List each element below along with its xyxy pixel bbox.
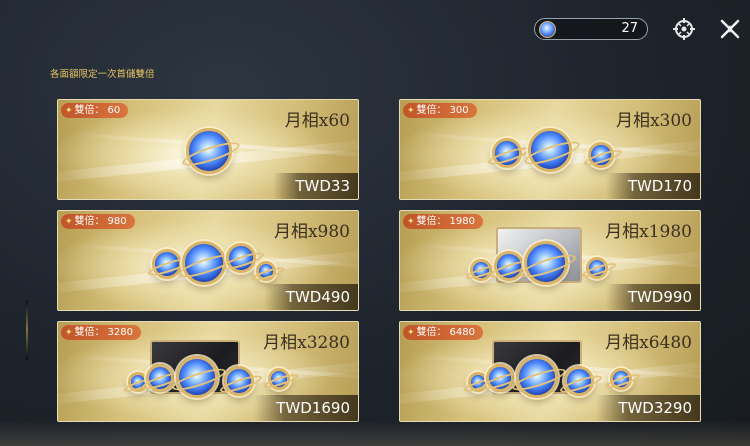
badge-label: 雙倍： — [74, 216, 105, 227]
moon-orb-icon — [226, 243, 256, 273]
left-edge-accent — [26, 300, 28, 360]
moon-orb-icon — [516, 356, 558, 398]
badge-label: 雙倍： — [416, 327, 447, 338]
double-bonus-badge: ✦ 雙倍： 60 — [61, 103, 129, 118]
currency-amount: 27 — [621, 21, 638, 36]
badge-value: 1980 — [449, 216, 475, 227]
double-bonus-badge: ✦ 雙倍： 1980 — [403, 214, 483, 229]
moon-gem-icon — [539, 21, 556, 38]
double-bonus-badge: ✦ 雙倍： 980 — [61, 214, 135, 229]
product-title: 月相x1980 — [605, 222, 692, 242]
moon-orb-icon — [494, 251, 524, 281]
star-icon: ✦ — [65, 106, 73, 116]
price-button[interactable]: TWD490 — [263, 284, 358, 310]
star-icon: ✦ — [407, 328, 415, 338]
price-button[interactable]: TWD1690 — [254, 395, 358, 421]
price-button[interactable]: TWD990 — [605, 284, 700, 310]
price-button[interactable]: TWD170 — [605, 173, 700, 199]
product-card-60[interactable]: ✦ 雙倍： 60 月相x60 TWD33 — [57, 99, 359, 200]
first-purchase-notice: 各面額限定一次首儲雙倍 — [50, 69, 155, 80]
moon-orb-icon — [586, 257, 608, 279]
moon-orb-icon — [256, 261, 276, 281]
product-card-980[interactable]: ✦ 雙倍： 980 月相x980 TWD490 — [57, 210, 359, 311]
product-card-3280[interactable]: ✦ 雙倍： 3280 月相x3280 TWD1690 — [57, 321, 359, 422]
badge-value: 60 — [107, 105, 121, 116]
product-card-1980[interactable]: ✦ 雙倍： 1980 月相x1980 TWD990 — [399, 210, 701, 311]
moon-orb-icon — [610, 368, 632, 390]
star-icon: ✦ — [65, 328, 73, 338]
moon-orb-icon — [524, 241, 568, 285]
price-button[interactable]: TWD33 — [273, 173, 358, 199]
double-bonus-badge: ✦ 雙倍： 3280 — [61, 325, 141, 340]
product-title: 月相x60 — [284, 111, 350, 131]
moon-orb-icon — [146, 364, 174, 392]
badge-label: 雙倍： — [416, 105, 447, 116]
badge-value: 3280 — [107, 327, 133, 338]
moon-orb-icon — [564, 366, 594, 396]
product-title: 月相x6480 — [605, 333, 692, 353]
product-title: 月相x300 — [615, 111, 692, 131]
moon-orb-icon — [486, 364, 514, 392]
badge-label: 雙倍： — [74, 105, 105, 116]
moon-orb-icon — [470, 259, 492, 281]
bottom-glow — [0, 420, 750, 446]
close-icon[interactable] — [718, 17, 742, 41]
moon-orb-icon — [186, 128, 232, 174]
star-icon: ✦ — [65, 217, 73, 227]
moon-orb-icon — [176, 356, 218, 398]
badge-value: 980 — [107, 216, 127, 227]
badge-value: 300 — [449, 105, 469, 116]
badge-label: 雙倍： — [416, 216, 447, 227]
double-bonus-badge: ✦ 雙倍： 300 — [403, 103, 477, 118]
product-title: 月相x3280 — [263, 333, 350, 353]
product-card-300[interactable]: ✦ 雙倍： 300 月相x300 TWD170 — [399, 99, 701, 200]
price-button[interactable]: TWD3290 — [596, 395, 700, 421]
moon-orb-icon — [492, 138, 522, 168]
badge-label: 雙倍： — [74, 327, 105, 338]
star-icon: ✦ — [407, 217, 415, 227]
currency-display: 27 — [534, 18, 648, 40]
product-card-6480[interactable]: ✦ 雙倍： 6480 月相x6480 TWD3290 — [399, 321, 701, 422]
double-bonus-badge: ✦ 雙倍： 6480 — [403, 325, 483, 340]
moon-orb-icon — [268, 368, 290, 390]
badge-value: 6480 — [449, 327, 475, 338]
moon-orb-icon — [182, 241, 226, 285]
moon-orb-icon — [588, 142, 614, 168]
gear-target-icon[interactable] — [672, 17, 696, 41]
product-title: 月相x980 — [273, 222, 350, 242]
moon-orb-icon — [528, 128, 572, 172]
moon-orb-icon — [224, 366, 254, 396]
star-icon: ✦ — [407, 106, 415, 116]
